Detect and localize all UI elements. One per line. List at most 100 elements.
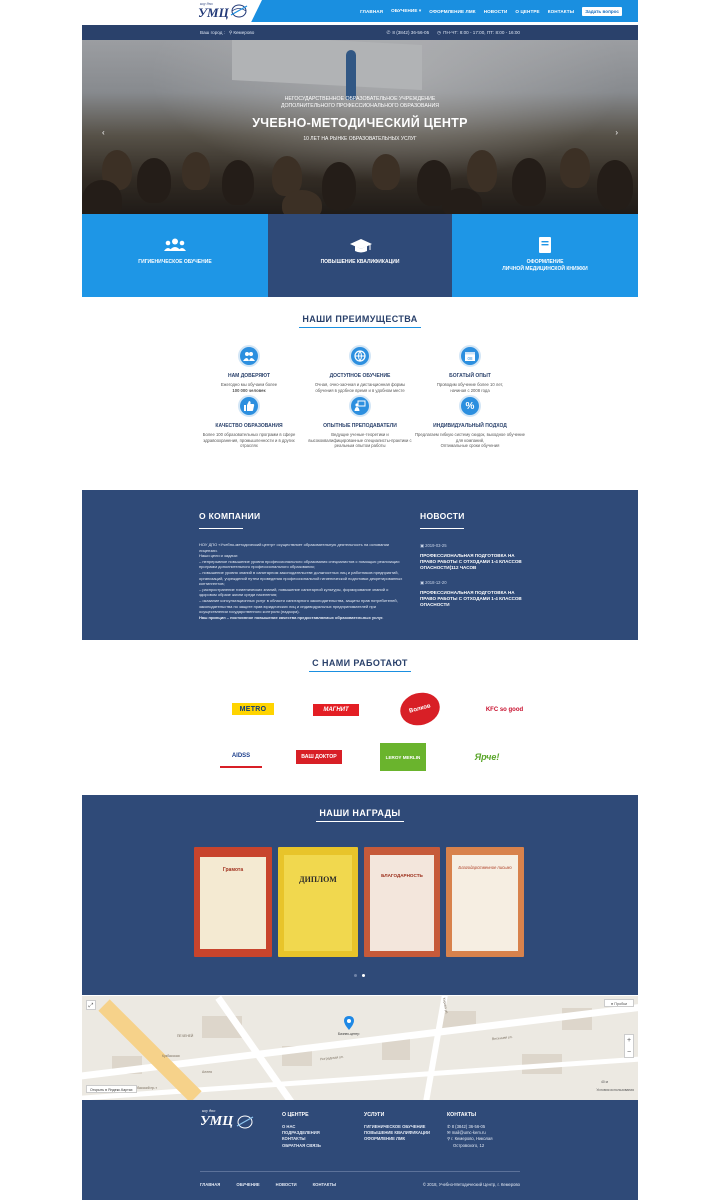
award-heading: ДИПЛОМ	[299, 875, 337, 884]
nav-training[interactable]: Обучение ▾	[391, 8, 421, 14]
traffic-button[interactable]: ● Пробки	[604, 999, 634, 1007]
footer-logo-title: УМЦ	[200, 1114, 234, 1129]
news-title: Новости	[420, 511, 465, 521]
footer-divider	[200, 1171, 520, 1172]
news-item[interactable]: ▣ 2019-03-25 ПРОФЕССИОНАЛЬНАЯ ПОДГОТОВКА…	[420, 543, 522, 572]
top-navbar: ноу дпо УМЦ Главная Обучение ▾ Оформлени…	[82, 0, 638, 22]
nav-training-label: Обучение	[391, 8, 418, 13]
partner-logo-volkov: Волков	[396, 688, 444, 730]
ask-question-button[interactable]: Задать вопрос	[582, 6, 622, 16]
tile-label-line-2: личной медицинской книжки	[502, 266, 588, 272]
partner-logo-vash-doktor: ВАШ ДОКТОР	[296, 750, 342, 764]
news-date-text: 2018-12-20	[425, 580, 447, 585]
news-item-title[interactable]: ПРОФЕССИОНАЛЬНАЯ ПОДГОТОВКА НА ПРАВО РАБ…	[420, 590, 522, 609]
traffic-label: Пробки	[614, 1002, 628, 1006]
map-marker-label: Бизнес-центр	[338, 1032, 360, 1036]
news-title-underline	[420, 528, 464, 529]
advantage-text-line-1: Более 100 образовательных программ в сфе…	[202, 432, 296, 437]
users-icon	[164, 238, 186, 251]
map-ruler-icon[interactable]: ⤢	[86, 1000, 96, 1010]
hero-subtitle-line-1: НЕГОСУДАРСТВЕННОЕ ОБРАЗОВАТЕЛЬНОЕ УЧРЕЖД…	[284, 96, 436, 102]
logo-title: УМЦ	[198, 5, 229, 20]
teacher-icon	[349, 395, 371, 417]
map-terms-link[interactable]: Условия использования	[596, 1088, 634, 1092]
carousel-dot-active[interactable]	[362, 974, 365, 977]
news-date-text: 2019-03-25	[425, 543, 447, 548]
company-paragraph: – распространение гигиенических знаний, …	[199, 586, 389, 598]
footer-link-lmk[interactable]: Оформление ЛМК	[364, 1136, 430, 1142]
advantage-title: Качество образования	[215, 423, 283, 429]
footer-about: О центре О нас Подразделения Контакты Об…	[282, 1112, 321, 1149]
footer-services: Услуги Гигиеническое обучение Повышение …	[364, 1112, 430, 1143]
advantage-trust: Нам доверяют Ежегодно мы обучаем более 10…	[194, 345, 304, 393]
partner-logo-magnit: МАГНИТ	[313, 704, 359, 716]
footer-bottom-news[interactable]: Новости	[276, 1182, 297, 1187]
nav-lmk[interactable]: Оформление ЛМК	[429, 9, 475, 14]
nav-home[interactable]: Главная	[360, 9, 383, 14]
advantage-text-line-2: здравоохранения, промышленности и в друг…	[203, 437, 295, 449]
slider-next-arrow[interactable]: ›	[615, 128, 618, 137]
map-scale: 40 м	[600, 1080, 608, 1084]
news-date: ▣ 2019-03-25	[420, 543, 522, 548]
carousel-dot[interactable]	[354, 974, 357, 977]
map-pin-icon: ⚲	[447, 1136, 451, 1142]
graduation-cap-icon	[350, 239, 372, 253]
svg-text:08: 08	[467, 356, 473, 361]
news-item[interactable]: ▣ 2018-12-20 ПРОФЕССИОНАЛЬНАЯ ПОДГОТОВКА…	[420, 580, 522, 609]
footer-bottom-training[interactable]: Обучение	[236, 1182, 259, 1187]
advantage-accessible: Доступное обучение Очная, очно-заочная и…	[305, 345, 415, 393]
open-in-yandex-link[interactable]: Открыть в Яндекс.Картах	[86, 1085, 137, 1093]
map-label: Весенняя ул.	[491, 1034, 513, 1042]
company-title-underline	[199, 528, 243, 529]
tile-qualification[interactable]: Повышение квалификации	[268, 214, 452, 297]
hero-subtitle-line-2: ДОПОЛНИТЕЛЬНОГО ПРОФЕССИОНАЛЬНОГО ОБРАЗО…	[280, 103, 440, 109]
city-selector[interactable]: Кемерово	[233, 30, 254, 35]
tile-medical-book[interactable]: Оформление личной медицинской книжки	[452, 214, 638, 297]
advantage-text-line-2: обучения в удобное время и в удобном мес…	[315, 387, 405, 393]
nav-news[interactable]: Новости	[484, 9, 508, 14]
partners-title: С нами работают	[0, 658, 720, 672]
map-pin-icon: ⚲	[228, 29, 233, 35]
thumbs-up-icon	[238, 395, 260, 417]
advantage-title: Доступное обучение	[329, 373, 391, 379]
tile-hygiene-training[interactable]: Гигиеническое обучение	[82, 214, 268, 297]
footer-contacts-title: Контакты	[447, 1112, 477, 1118]
partner-logo-kfc: KFC so good	[485, 707, 524, 713]
calendar-icon: ▣	[420, 543, 424, 548]
yandex-map[interactable]: ПЕЧЕНЕЙ Кузбасская Аллея Ноградская ул. …	[82, 996, 638, 1100]
award-certificate[interactable]: Грамота	[194, 847, 272, 957]
header-phone[interactable]: 8 (3842) 36-56-05	[392, 30, 429, 35]
slider-prev-arrow[interactable]: ‹	[102, 128, 105, 137]
footer-email-text: mail@umc-kem.ru	[451, 1130, 486, 1136]
nav-contacts[interactable]: Контакты	[548, 9, 575, 14]
footer-bottom-contacts[interactable]: Контакты	[313, 1182, 336, 1187]
award-certificate[interactable]: Благодарственное письмо	[446, 847, 524, 957]
footer-link-feedback[interactable]: Обратная связь	[282, 1143, 321, 1149]
award-heading: Грамота	[222, 867, 244, 873]
partner-logo-aids: AIDSS	[220, 746, 262, 768]
company-principle: Наш принцип – постоянное повышение качес…	[199, 614, 384, 620]
company-paragraph: НОУ ДПО «Учебно-методический центр» осущ…	[199, 542, 390, 553]
map-label: Аллея	[202, 1070, 212, 1074]
logo[interactable]: ноу дпо УМЦ	[82, 0, 262, 22]
footer-bottom-home[interactable]: Главная	[200, 1182, 220, 1187]
company-paragraph: – оказание консультационных услуг в обла…	[199, 597, 398, 615]
advantage-title: Опытные преподаватели	[323, 423, 397, 429]
nav-about[interactable]: О центре	[515, 9, 539, 14]
footer-logo[interactable]: ноу дпо УМЦ	[200, 1108, 260, 1132]
map-marker-icon[interactable]	[344, 1016, 354, 1030]
zoom-out-button[interactable]: −	[625, 1047, 633, 1059]
tile-label-line-1: Оформление	[526, 259, 564, 265]
news-item-title[interactable]: ПРОФЕССИОНАЛЬНАЯ ПОДГОТОВКА НА ПРАВО РАБ…	[420, 553, 522, 572]
award-certificate[interactable]: ДИПЛОМ	[278, 847, 358, 957]
advantage-teachers: Опытные преподаватели Ведущие ученые-тео…	[305, 395, 415, 449]
footer-address-line-2: Островского, 12	[453, 1142, 485, 1148]
zoom-in-button[interactable]: +	[625, 1035, 633, 1047]
footer-logo-globe-icon	[236, 1115, 254, 1129]
award-certificate[interactable]: БЛАГОДАРНОСТЬ	[364, 847, 440, 957]
phone-icon: ✆	[447, 1124, 451, 1129]
awards-section: Наши награды Грамота ДИПЛОМ БЛАГОДАРНОСТ…	[82, 795, 638, 995]
map-label: Кузбасская	[162, 1054, 180, 1058]
map-label: ПЕЧЕНЕЙ	[177, 1034, 194, 1038]
clock-icon: ◷	[437, 29, 442, 35]
